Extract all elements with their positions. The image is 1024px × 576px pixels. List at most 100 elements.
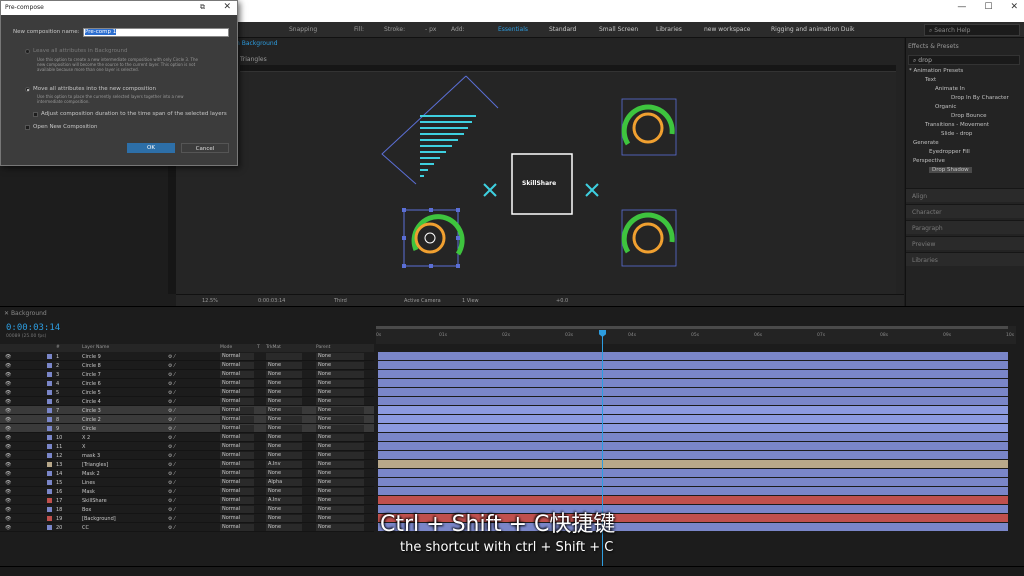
trkmat-select[interactable]: None (266, 407, 302, 414)
layer-name[interactable]: Circle (82, 426, 96, 432)
layer-duration-bar[interactable] (378, 415, 1008, 423)
layer-color-swatch[interactable] (47, 453, 52, 458)
switches-icon[interactable]: ⚙ ⁄ (168, 480, 175, 486)
timecode-display[interactable]: 0:00:03:14 (6, 323, 60, 333)
preview-panel[interactable]: Preview (906, 236, 1024, 250)
layer-color-swatch[interactable] (47, 408, 52, 413)
parent-select[interactable]: None (316, 470, 364, 477)
switches-icon[interactable]: ⚙ ⁄ (168, 489, 175, 495)
layer-row[interactable]: 👁 18 Box ⚙ ⁄ Normal None None (0, 505, 374, 514)
mode-select[interactable]: Normal (220, 353, 254, 360)
stroke-width[interactable]: - px (425, 26, 436, 33)
libraries-panel[interactable]: Libraries (906, 252, 1024, 266)
trkmat-select[interactable]: None (266, 434, 302, 441)
layer-name[interactable]: [Triangles] (82, 462, 108, 468)
trkmat-select[interactable]: None (266, 389, 302, 396)
trkmat-select[interactable]: None (266, 470, 302, 477)
switches-icon[interactable]: ⚙ ⁄ (168, 408, 175, 414)
trkmat-select[interactable]: None (266, 443, 302, 450)
trkmat-select[interactable]: A.Inv (266, 497, 302, 504)
trkmat-select[interactable]: None (266, 506, 302, 513)
tree-perspective[interactable]: Perspective (913, 158, 945, 164)
layer-name[interactable]: [Background] (82, 516, 116, 522)
comp-time[interactable]: 0:00:03:14 (258, 298, 285, 304)
parent-select[interactable]: None (316, 362, 364, 369)
dialog-restore-icon[interactable]: ⧉ (200, 3, 205, 12)
checkbox-open-new[interactable] (25, 125, 30, 130)
switches-icon[interactable]: ⚙ ⁄ (168, 372, 175, 378)
mode-select[interactable]: Normal (220, 362, 254, 369)
add-label[interactable]: Add: (451, 26, 465, 33)
trkmat-select[interactable]: None (266, 398, 302, 405)
search-help-input[interactable]: ⌕ Search Help (924, 24, 1020, 36)
parent-select[interactable]: None (316, 416, 364, 423)
mode-select[interactable]: Normal (220, 434, 254, 441)
mode-select[interactable]: Normal (220, 380, 254, 387)
layer-color-swatch[interactable] (47, 507, 52, 512)
eye-icon[interactable]: 👁 (5, 444, 11, 450)
layer-color-swatch[interactable] (47, 498, 52, 503)
ok-button[interactable]: OK (127, 143, 175, 153)
tree-eyedropper-fill[interactable]: Eyedropper Fill (929, 149, 970, 155)
tree-animate-in[interactable]: Animate In (935, 86, 965, 92)
eye-icon[interactable]: 👁 (5, 435, 11, 441)
close-icon[interactable]: ✕ (1010, 2, 1018, 12)
mode-select[interactable]: Normal (220, 389, 254, 396)
parent-select[interactable]: None (316, 515, 364, 522)
comp-canvas[interactable]: SkillShare (176, 72, 896, 294)
workspace-new[interactable]: new workspace (704, 26, 750, 33)
switches-icon[interactable]: ⚙ ⁄ (168, 381, 175, 387)
workspace-small-screen[interactable]: Small Screen (599, 26, 638, 33)
layer-name[interactable]: Circle 7 (82, 372, 101, 378)
eye-icon[interactable]: 👁 (5, 390, 11, 396)
mode-select[interactable]: Normal (220, 398, 254, 405)
mode-select[interactable]: Normal (220, 515, 254, 522)
parent-select[interactable]: None (316, 506, 364, 513)
eye-icon[interactable]: 👁 (5, 426, 11, 432)
switches-icon[interactable]: ⚙ ⁄ (168, 471, 175, 477)
dialog-close-icon[interactable]: ✕ (223, 2, 231, 12)
layer-row[interactable]: 👁 2 Circle 8 ⚙ ⁄ Normal None None (0, 361, 374, 370)
layer-row[interactable]: 👁 8 Circle 2 ⚙ ⁄ Normal None None (0, 415, 374, 424)
layer-duration-bar[interactable] (378, 361, 1008, 369)
workspace-essentials[interactable]: Essentials (498, 26, 528, 33)
radio-leave-attributes[interactable] (25, 49, 30, 54)
camera-select[interactable]: Active Camera (404, 298, 441, 304)
parent-select[interactable]: None (316, 497, 364, 504)
layer-color-swatch[interactable] (47, 489, 52, 494)
resolution-select[interactable]: Third (334, 298, 347, 304)
fill-label[interactable]: Fill: (354, 26, 364, 33)
mode-select[interactable]: Normal (220, 452, 254, 459)
layer-name[interactable]: mask 3 (82, 453, 100, 459)
eye-icon[interactable]: 👁 (5, 453, 11, 459)
layer-color-swatch[interactable] (47, 480, 52, 485)
layer-name[interactable]: Circle 3 (82, 408, 101, 414)
effects-search-input[interactable]: ⌕ drop (908, 55, 1020, 65)
layer-row[interactable]: 👁 6 Circle 4 ⚙ ⁄ Normal None None (0, 397, 374, 406)
layer-name[interactable]: X 2 (82, 435, 90, 441)
trkmat-select[interactable]: None (266, 362, 302, 369)
mode-select[interactable]: Normal (220, 479, 254, 486)
switches-icon[interactable]: ⚙ ⁄ (168, 444, 175, 450)
mode-select[interactable]: Normal (220, 443, 254, 450)
layer-name[interactable]: Box (82, 507, 91, 513)
trkmat-select[interactable] (266, 353, 302, 360)
layer-duration-bar[interactable] (378, 379, 1008, 387)
mode-select[interactable]: Normal (220, 416, 254, 423)
exposure-offset[interactable]: +0.0 (556, 298, 568, 304)
eye-icon[interactable]: 👁 (5, 498, 11, 504)
layer-row[interactable]: 👁 15 Lines ⚙ ⁄ Normal Alpha None (0, 478, 374, 487)
checkbox-adjust-duration[interactable] (33, 112, 38, 117)
layer-row[interactable]: 👁 9 Circle ⚙ ⁄ Normal None None (0, 424, 374, 433)
layer-row[interactable]: 👁 4 Circle 6 ⚙ ⁄ Normal None None (0, 379, 374, 388)
mode-select[interactable]: Normal (220, 407, 254, 414)
zoom-level[interactable]: 12.5% (202, 298, 218, 304)
parent-select[interactable]: None (316, 434, 364, 441)
eye-icon[interactable]: 👁 (5, 417, 11, 423)
layer-row[interactable]: 👁 20 CC ⚙ ⁄ Normal None None (0, 523, 374, 532)
eye-icon[interactable]: 👁 (5, 354, 11, 360)
parent-select[interactable]: None (316, 479, 364, 486)
layer-duration-bar[interactable] (378, 424, 1008, 432)
eye-icon[interactable]: 👁 (5, 489, 11, 495)
eye-icon[interactable]: 👁 (5, 462, 11, 468)
